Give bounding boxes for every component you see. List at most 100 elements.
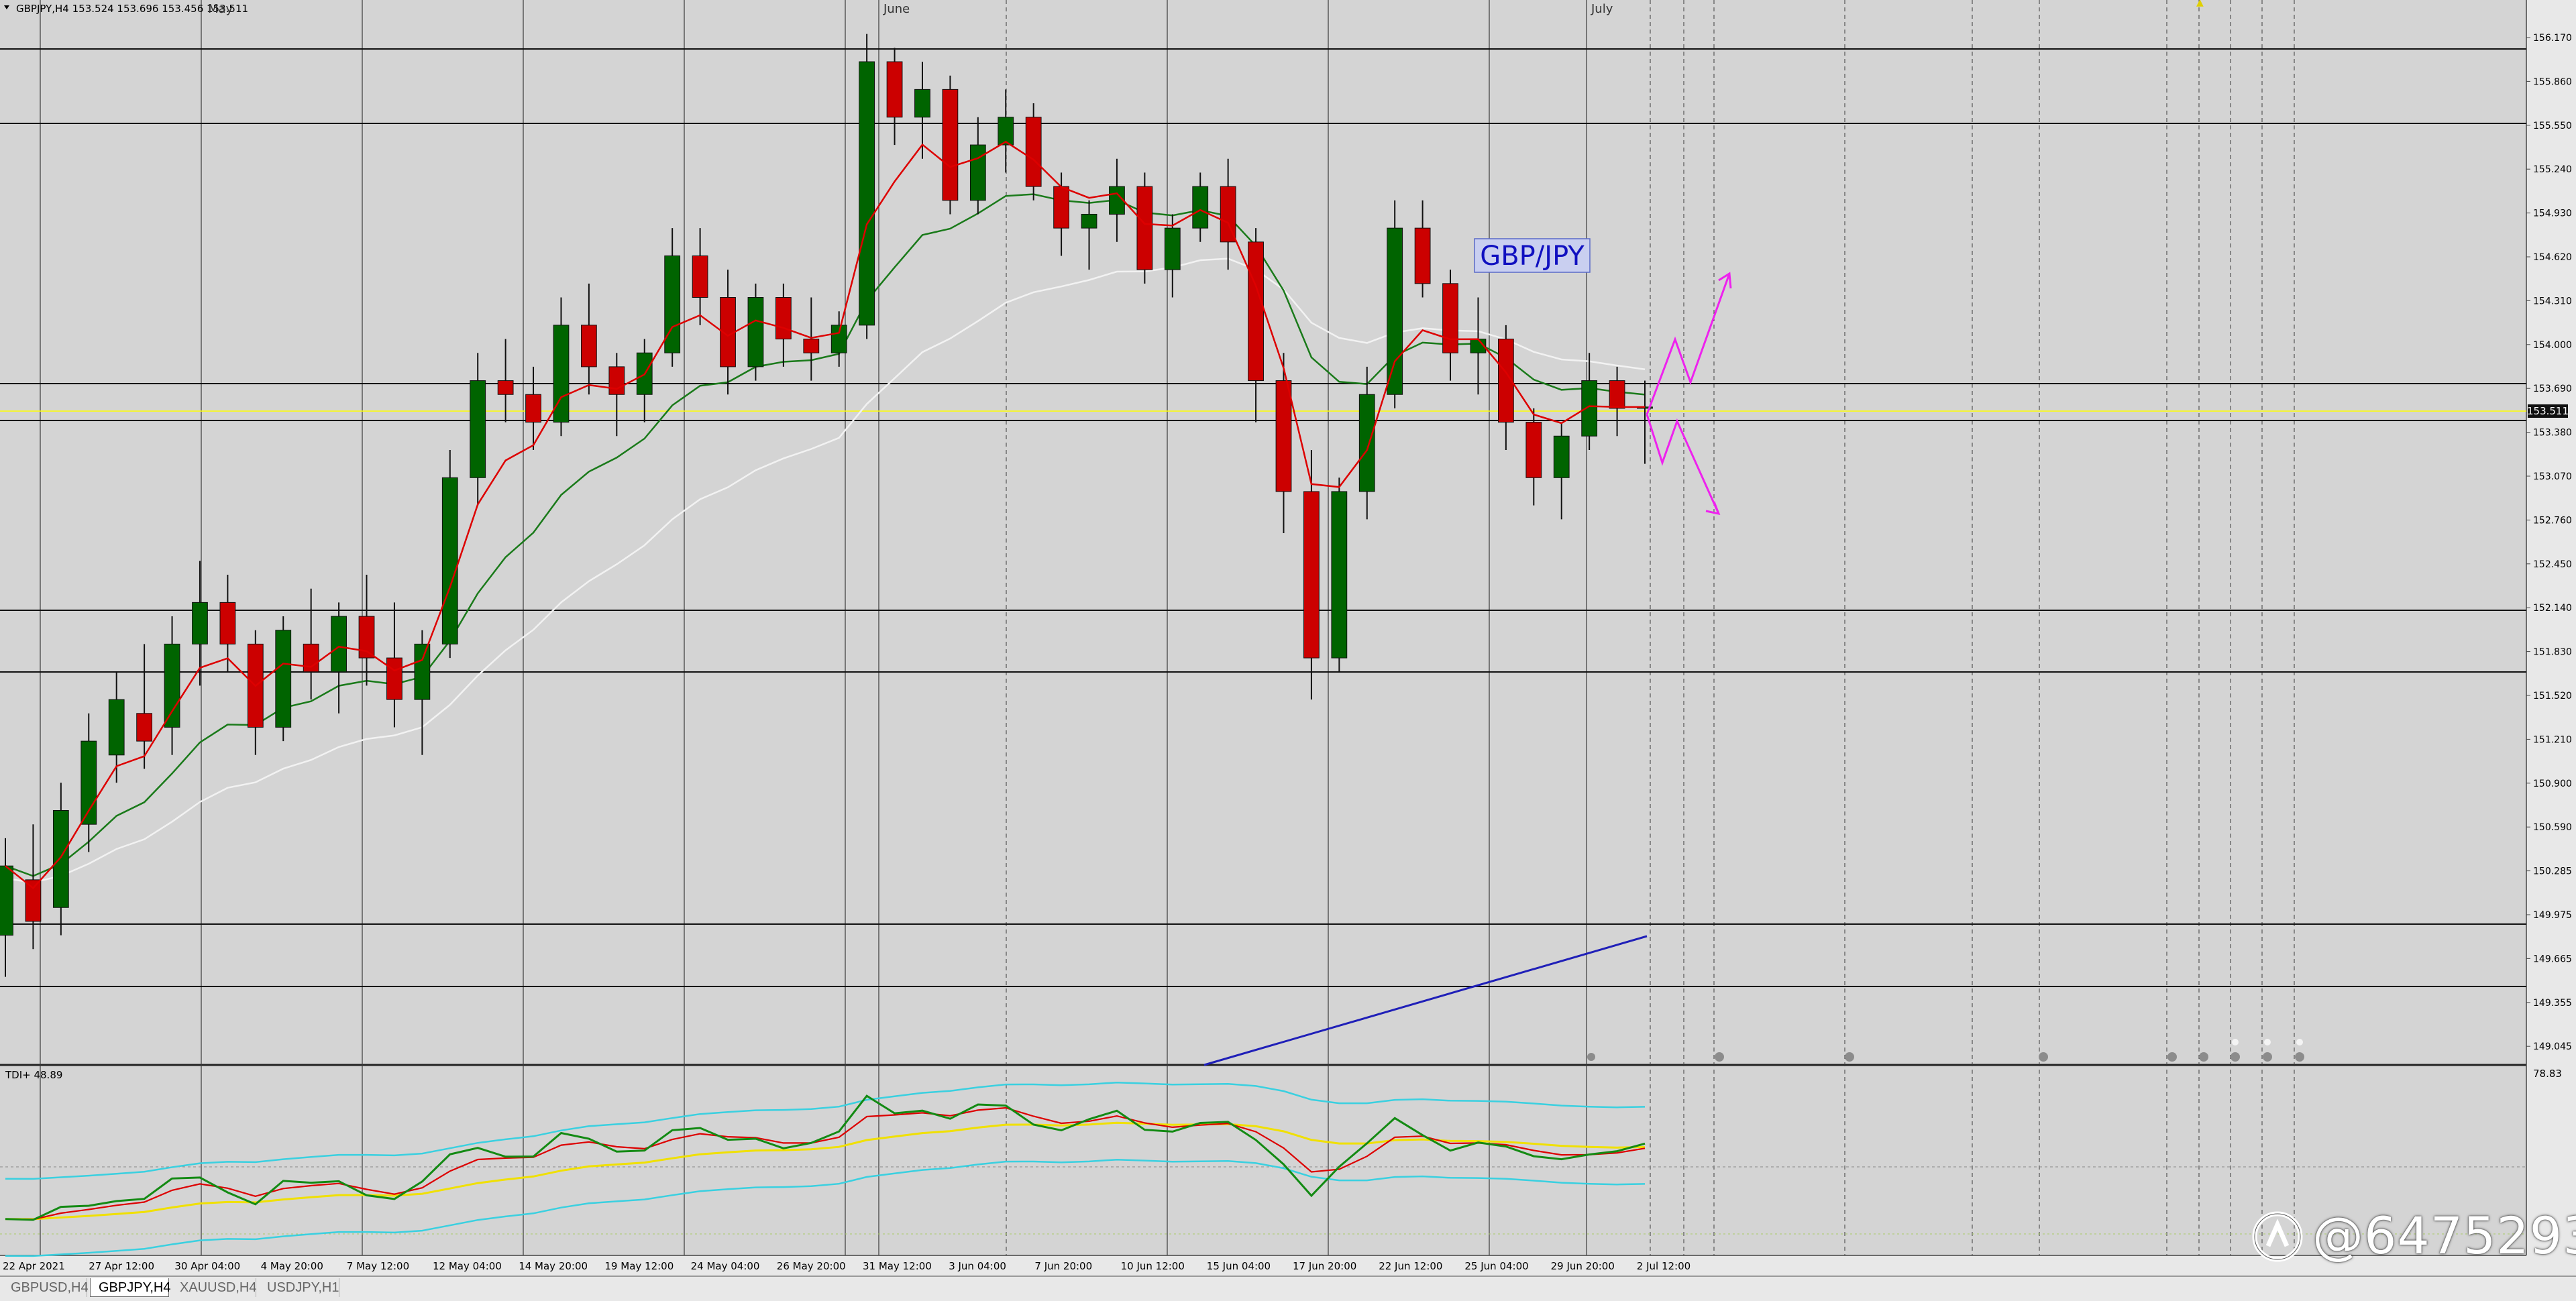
- candle: [747, 283, 764, 381]
- time-tick-label: 15 Jun 04:00: [1207, 1260, 1271, 1272]
- candle-body-bull: [164, 643, 180, 728]
- price-tick-label: 155.240: [2533, 164, 2572, 175]
- candle-body-bear: [775, 297, 792, 340]
- candle-body-bull: [414, 643, 431, 700]
- time-tick-label: 30 Apr 04:00: [174, 1260, 240, 1272]
- overlay-label-text: GBP/JPY: [1480, 241, 1585, 272]
- gbpjpy-h4-chart-window: GBP/JPY GBPJPY,H4 153.524 153.696 153.45…: [0, 0, 2576, 1301]
- candle-body-bull: [1164, 227, 1181, 270]
- candle-body-bull: [470, 380, 486, 478]
- price-tick-label: 154.000: [2533, 340, 2572, 351]
- price-chart[interactable]: GBP/JPY GBPJPY,H4 153.524 153.696 153.45…: [0, 0, 2576, 1276]
- time-tick-label: 14 May 20:00: [519, 1260, 588, 1272]
- candle-body-bull: [998, 117, 1014, 146]
- price-tick-label: 149.355: [2533, 998, 2572, 1009]
- tab-gbpusd-h4[interactable]: GBPUSD,H4: [3, 1278, 89, 1297]
- candle-body-bear: [1053, 186, 1069, 229]
- indicator-label: TDI+ 48.89: [5, 1069, 62, 1081]
- candle-body-bear: [136, 713, 153, 742]
- candle-body-bear: [581, 325, 597, 367]
- candle: [1331, 477, 1348, 672]
- price-tick-label: 151.210: [2533, 734, 2572, 745]
- price-tick-label: 151.520: [2533, 691, 2572, 701]
- price-tick-label: 153.070: [2533, 471, 2572, 482]
- watermark-text: @6475293: [2312, 1206, 2576, 1265]
- price-tick-label: 156.170: [2533, 33, 2572, 44]
- candle-body-bull: [1081, 213, 1097, 229]
- candle-body-bull: [108, 699, 125, 756]
- current-price-tag: 153.511: [2527, 404, 2569, 418]
- price-tick-label: 154.310: [2533, 296, 2572, 306]
- month-label-june: June: [883, 2, 910, 16]
- price-tick-label: 153.690: [2533, 384, 2572, 394]
- candle-body-bear: [219, 602, 236, 644]
- candle-body-bear: [25, 879, 42, 922]
- candle-body-bull: [441, 477, 458, 644]
- chart-tabs-bar: GBPUSD,H4 GBPJPY,H4 XAUUSD,H4 USDJPY,H1: [0, 1276, 2576, 1301]
- candle-body-bull: [830, 325, 847, 353]
- candle-body-bull: [747, 297, 764, 367]
- candle-body-bull: [52, 810, 69, 908]
- time-tick-label: 10 Jun 12:00: [1121, 1260, 1185, 1272]
- price-tick-label: 149.975: [2533, 910, 2572, 921]
- candle-body-bull: [914, 89, 930, 118]
- candle-body-bear: [1275, 380, 1292, 492]
- main-panel-background: [0, 0, 2526, 1066]
- candle-body-bear: [1414, 227, 1431, 284]
- candle-body-bull: [1358, 394, 1375, 492]
- time-tick-label: 2 Jul 12:00: [1637, 1260, 1690, 1272]
- tab-gbpjpy-h4[interactable]: GBPJPY,H4: [90, 1278, 170, 1297]
- candle-body-bear: [1025, 117, 1042, 187]
- watermark: @6475293: [2251, 1202, 2576, 1269]
- candle-body-bear: [1609, 380, 1625, 409]
- candle-body-bear: [803, 339, 820, 353]
- candle: [942, 75, 959, 215]
- candle-body-bull: [1581, 380, 1598, 437]
- candle-body-bull: [1331, 491, 1348, 659]
- time-tick-label: 22 Jun 12:00: [1379, 1260, 1442, 1272]
- candle-body-bear: [886, 61, 903, 118]
- price-tick-label: 150.590: [2533, 822, 2572, 833]
- candle-body-bear: [1442, 283, 1458, 353]
- candle-body-bull: [664, 255, 681, 353]
- tab-xauusd-h4[interactable]: XAUUSD,H4: [172, 1278, 256, 1297]
- time-tick-label: 24 May 04:00: [691, 1260, 760, 1272]
- candle-body-bull: [1387, 227, 1403, 395]
- gbpjpy-overlay-label[interactable]: GBP/JPY: [1474, 238, 1591, 273]
- time-tick-label: 22 Apr 2021: [3, 1260, 65, 1272]
- time-tick-label: 31 May 12:00: [863, 1260, 932, 1272]
- price-tick-label: 152.450: [2533, 559, 2572, 570]
- time-tick-label: 4 May 20:00: [261, 1260, 323, 1272]
- candle-body-bull: [1192, 186, 1209, 229]
- month-label-july: July: [1591, 2, 1613, 16]
- indicator-panel-background: [0, 1066, 2526, 1255]
- candle: [1136, 172, 1153, 284]
- price-tick-label: 153.380: [2533, 428, 2572, 439]
- price-tick-label: 155.550: [2533, 121, 2572, 131]
- price-tick-label: 154.620: [2533, 252, 2572, 263]
- candle-body-bull: [275, 630, 292, 728]
- candle-body-bear: [497, 380, 514, 395]
- candle: [859, 34, 875, 339]
- time-tick-label: 12 May 04:00: [433, 1260, 502, 1272]
- price-tick-label: 150.900: [2533, 779, 2572, 789]
- time-tick-label: 29 Jun 20:00: [1551, 1260, 1615, 1272]
- candle-body-bull: [331, 616, 347, 673]
- tab-usdjpy-h1[interactable]: USDJPY,H1: [259, 1278, 339, 1297]
- time-tick-label: 7 May 12:00: [347, 1260, 409, 1272]
- price-axis: [2526, 0, 2576, 1066]
- candle-body-bear: [942, 89, 959, 201]
- candle-body-bear: [692, 255, 708, 298]
- time-tick-label: 17 Jun 20:00: [1293, 1260, 1356, 1272]
- watermark-logo-icon: [2252, 1211, 2303, 1262]
- time-tick-label: 26 May 20:00: [777, 1260, 846, 1272]
- candle: [275, 616, 292, 742]
- candle-body-bear: [386, 657, 402, 700]
- time-tick-label: 7 Jun 20:00: [1034, 1260, 1092, 1272]
- scroll-marker-icon: ▲: [2196, 0, 2204, 8]
- price-tick-label: 152.760: [2533, 515, 2572, 526]
- candle-body-bull: [1553, 435, 1570, 478]
- candle-body-bear: [525, 394, 541, 423]
- candle-body-bull: [0, 865, 13, 936]
- price-tick-label: 149.665: [2533, 954, 2572, 964]
